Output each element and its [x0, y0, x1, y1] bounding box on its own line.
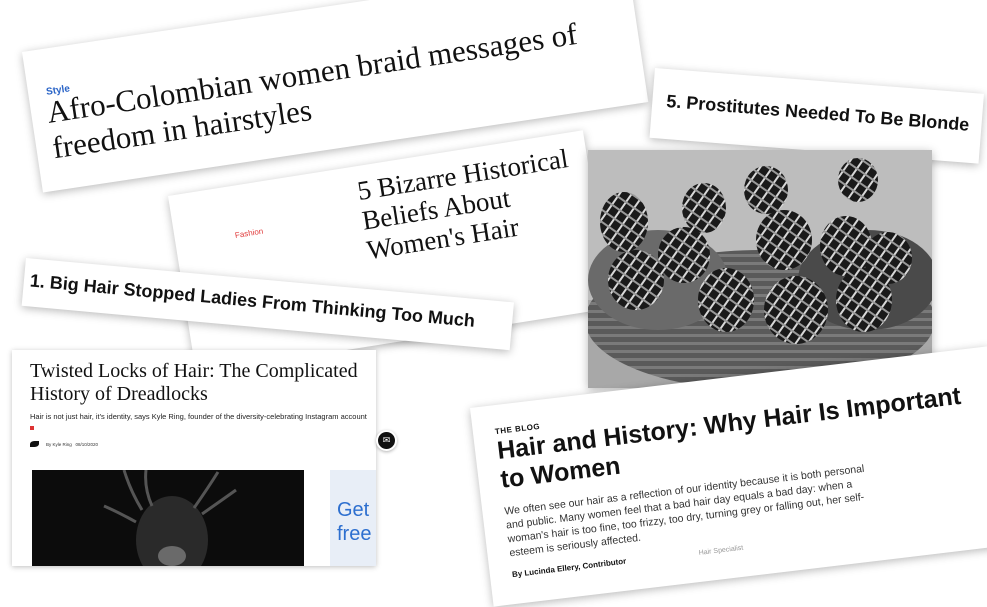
- headline-bizarre-beliefs: 5 Bizarre Historical Beliefs About Women…: [355, 143, 571, 266]
- section-tag-fashion: Fashion: [234, 226, 264, 240]
- envelope-icon[interactable]: ✉: [376, 430, 397, 451]
- braided-heads-photo: [588, 150, 932, 388]
- clipping-hair-history-blog: THE BLOG Hair and History: Why Hair Is I…: [470, 346, 987, 607]
- advertisement[interactable]: Get free: [330, 470, 376, 566]
- ad-text[interactable]: Get free: [337, 498, 376, 546]
- clipping-dreadlocks: Twisted Locks of Hair: The Complicated H…: [12, 350, 376, 566]
- byline-extra: Hair Specialist: [698, 544, 744, 557]
- article-subtitle: Hair is not just hair, it's identity, sa…: [30, 412, 367, 421]
- accent-mark: [30, 426, 34, 430]
- publish-date: 08/10/2020: [75, 442, 99, 447]
- braided-heads-illustration: [588, 150, 932, 388]
- author-line: By Kyle Ring 08/10/2020: [46, 442, 98, 447]
- byline: By Lucinda Ellery, Contributor: [511, 556, 627, 580]
- headline-dreadlocks: Twisted Locks of Hair: The Complicated H…: [30, 360, 358, 405]
- dreadlocks-photo: [32, 470, 304, 566]
- publisher-logo-icon: [30, 441, 39, 447]
- singer-silhouette: [32, 470, 304, 566]
- author-name: By Kyle Ring: [46, 442, 72, 447]
- headline-prostitutes-blonde: 5. Prostitutes Needed To Be Blonde: [665, 91, 971, 135]
